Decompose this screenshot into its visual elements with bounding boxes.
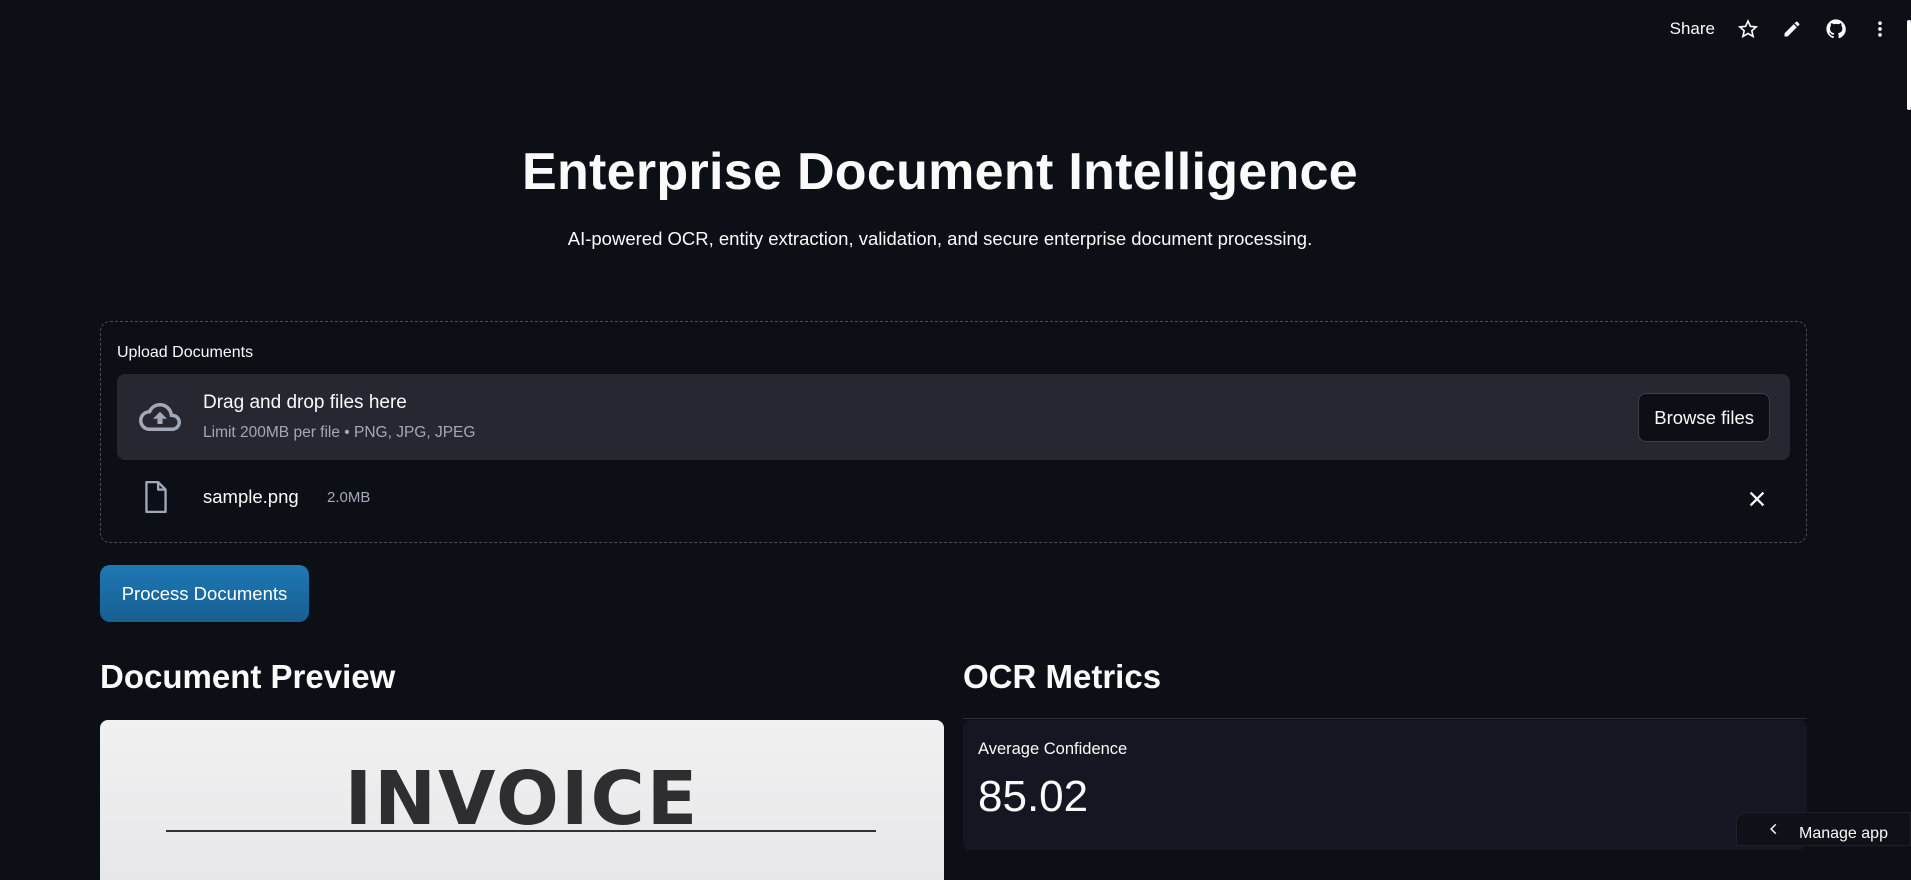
metric-label: Average Confidence — [978, 740, 1127, 759]
manage-app-label: Manage app — [1799, 825, 1888, 843]
document-preview-image: INVOICE — [100, 720, 944, 880]
pencil-icon[interactable] — [1781, 18, 1803, 40]
star-icon[interactable] — [1737, 18, 1759, 40]
file-uploader: Upload Documents Drag and drop files her… — [100, 321, 1807, 543]
page-title: Enterprise Document Intelligence — [0, 142, 1880, 202]
process-documents-button[interactable]: Process Documents — [100, 565, 309, 622]
close-icon[interactable] — [1746, 488, 1768, 510]
more-vertical-icon[interactable] — [1869, 18, 1891, 40]
hero-header: Enterprise Document Intelligence AI-powe… — [0, 142, 1880, 250]
file-size: 2.0MB — [327, 489, 370, 506]
github-icon[interactable] — [1825, 18, 1847, 40]
metrics-divider — [963, 718, 1807, 719]
scrollbar[interactable] — [1907, 20, 1911, 110]
app-toolbar: Share — [1670, 18, 1891, 40]
preview-divider-line — [166, 830, 876, 832]
browse-files-button[interactable]: Browse files — [1638, 393, 1770, 442]
metric-value: 85.02 — [978, 772, 1088, 822]
dropzone-title: Drag and drop files here — [203, 392, 407, 414]
uploader-label: Upload Documents — [117, 344, 253, 362]
manage-app-button[interactable]: Manage app — [1736, 812, 1911, 846]
metric-card: Average Confidence 85.02 — [963, 720, 1807, 850]
dropzone[interactable]: Drag and drop files here Limit 200MB per… — [117, 374, 1790, 460]
preview-heading: Document Preview — [100, 658, 395, 696]
uploaded-file-item: sample.png 2.0MB — [117, 478, 1790, 528]
share-button[interactable]: Share — [1670, 19, 1715, 39]
file-icon — [143, 480, 169, 514]
chevron-left-icon — [1767, 822, 1781, 836]
page-subtitle: AI-powered OCR, entity extraction, valid… — [0, 228, 1880, 250]
cloud-upload-icon — [137, 396, 183, 438]
file-name: sample.png — [203, 486, 299, 508]
dropzone-limits: Limit 200MB per file • PNG, JPG, JPEG — [203, 424, 475, 442]
metrics-heading: OCR Metrics — [963, 658, 1161, 696]
